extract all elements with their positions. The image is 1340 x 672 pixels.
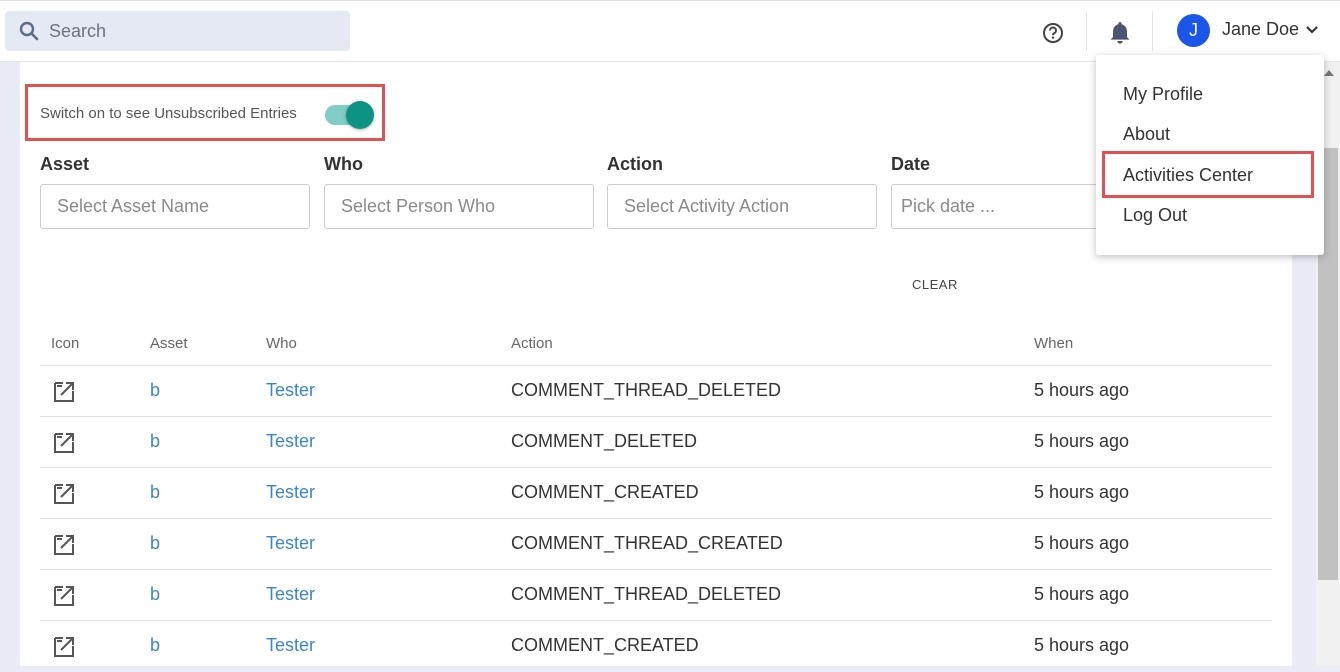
when-cell: 5 hours ago — [1034, 533, 1130, 553]
who-link[interactable]: Tester — [266, 533, 315, 554]
column-header-who: Who — [266, 335, 297, 352]
avatar[interactable]: J — [1177, 14, 1210, 47]
asset-link[interactable]: b — [150, 431, 160, 452]
table-row: b Tester COMMENT_CREATED 5 hours ago — [40, 468, 1272, 519]
table-row: b Tester COMMENT_THREAD_DELETED 5 hours ago — [40, 570, 1272, 621]
who-link[interactable]: Tester — [266, 584, 315, 605]
action-cell: COMMENT_THREAD_DELETED — [511, 380, 782, 400]
action-filter-label: Action — [607, 154, 663, 174]
asset-link[interactable]: b — [150, 533, 160, 554]
toggle-label: Switch on to see Unsubscribed Entries — [40, 105, 297, 122]
activity-icon — [52, 633, 78, 664]
help-circle-icon[interactable] — [1042, 22, 1064, 44]
table-row: b Tester COMMENT_CREATED 5 hours ago — [40, 621, 1272, 672]
activity-icon — [52, 378, 78, 409]
asset-link[interactable]: b — [150, 482, 160, 503]
menu-item-log-out[interactable]: Log Out — [1123, 205, 1187, 226]
action-cell: COMMENT_CREATED — [511, 482, 699, 502]
highlight-box-activities-center — [1102, 151, 1314, 198]
action-cell: COMMENT_CREATED — [511, 635, 699, 655]
who-link[interactable]: Tester — [266, 380, 315, 401]
asset-link[interactable]: b — [150, 635, 160, 656]
divider — [1086, 11, 1087, 51]
action-filter-input[interactable] — [607, 184, 877, 229]
column-header-when: When — [1034, 335, 1074, 352]
divider — [1152, 11, 1153, 51]
column-header-action: Action — [511, 335, 553, 352]
action-cell: COMMENT_THREAD_CREATED — [511, 533, 783, 553]
asset-link[interactable]: b — [150, 584, 160, 605]
who-link[interactable]: Tester — [266, 635, 315, 656]
column-header-asset: Asset — [150, 335, 188, 352]
top-bar: J Jane Doe — [0, 0, 1340, 62]
search-input[interactable] — [47, 19, 331, 43]
activity-icon — [52, 429, 78, 460]
menu-item-about[interactable]: About — [1123, 124, 1170, 145]
bell-icon[interactable] — [1107, 20, 1133, 46]
action-cell: COMMENT_THREAD_DELETED — [511, 584, 782, 604]
when-cell: 5 hours ago — [1034, 482, 1130, 502]
when-cell: 5 hours ago — [1034, 380, 1130, 400]
asset-filter-label: Asset — [40, 154, 90, 174]
activity-icon — [52, 582, 78, 613]
date-filter-label: Date — [891, 154, 931, 174]
when-cell: 5 hours ago — [1034, 584, 1130, 604]
when-cell: 5 hours ago — [1034, 431, 1130, 451]
menu-item-my-profile[interactable]: My Profile — [1123, 84, 1203, 105]
who-link[interactable]: Tester — [266, 482, 315, 503]
search-box[interactable] — [5, 11, 350, 51]
clear-button[interactable]: CLEAR — [912, 277, 958, 292]
column-header-icon: Icon — [51, 335, 80, 352]
action-cell: COMMENT_DELETED — [511, 431, 698, 451]
activity-icon — [52, 480, 78, 511]
scroll-up-icon[interactable] — [1324, 70, 1334, 76]
table-row: b Tester COMMENT_DELETED 5 hours ago — [40, 417, 1272, 468]
chevron-down-icon[interactable] — [1305, 25, 1319, 35]
toggle-knob[interactable] — [346, 101, 374, 129]
activity-icon — [52, 531, 78, 562]
table-row: b Tester COMMENT_THREAD_CREATED 5 hours ago — [40, 519, 1272, 570]
table-row: b Tester COMMENT_THREAD_DELETED 5 hours ago — [40, 366, 1272, 417]
search-icon — [19, 21, 39, 41]
who-filter-label: Who — [324, 154, 363, 174]
when-cell: 5 hours ago — [1034, 635, 1130, 655]
who-filter-input[interactable] — [324, 184, 594, 229]
asset-link[interactable]: b — [150, 380, 160, 401]
asset-filter-input[interactable] — [40, 184, 310, 229]
who-link[interactable]: Tester — [266, 431, 315, 452]
user-name[interactable]: Jane Doe — [1222, 19, 1299, 40]
